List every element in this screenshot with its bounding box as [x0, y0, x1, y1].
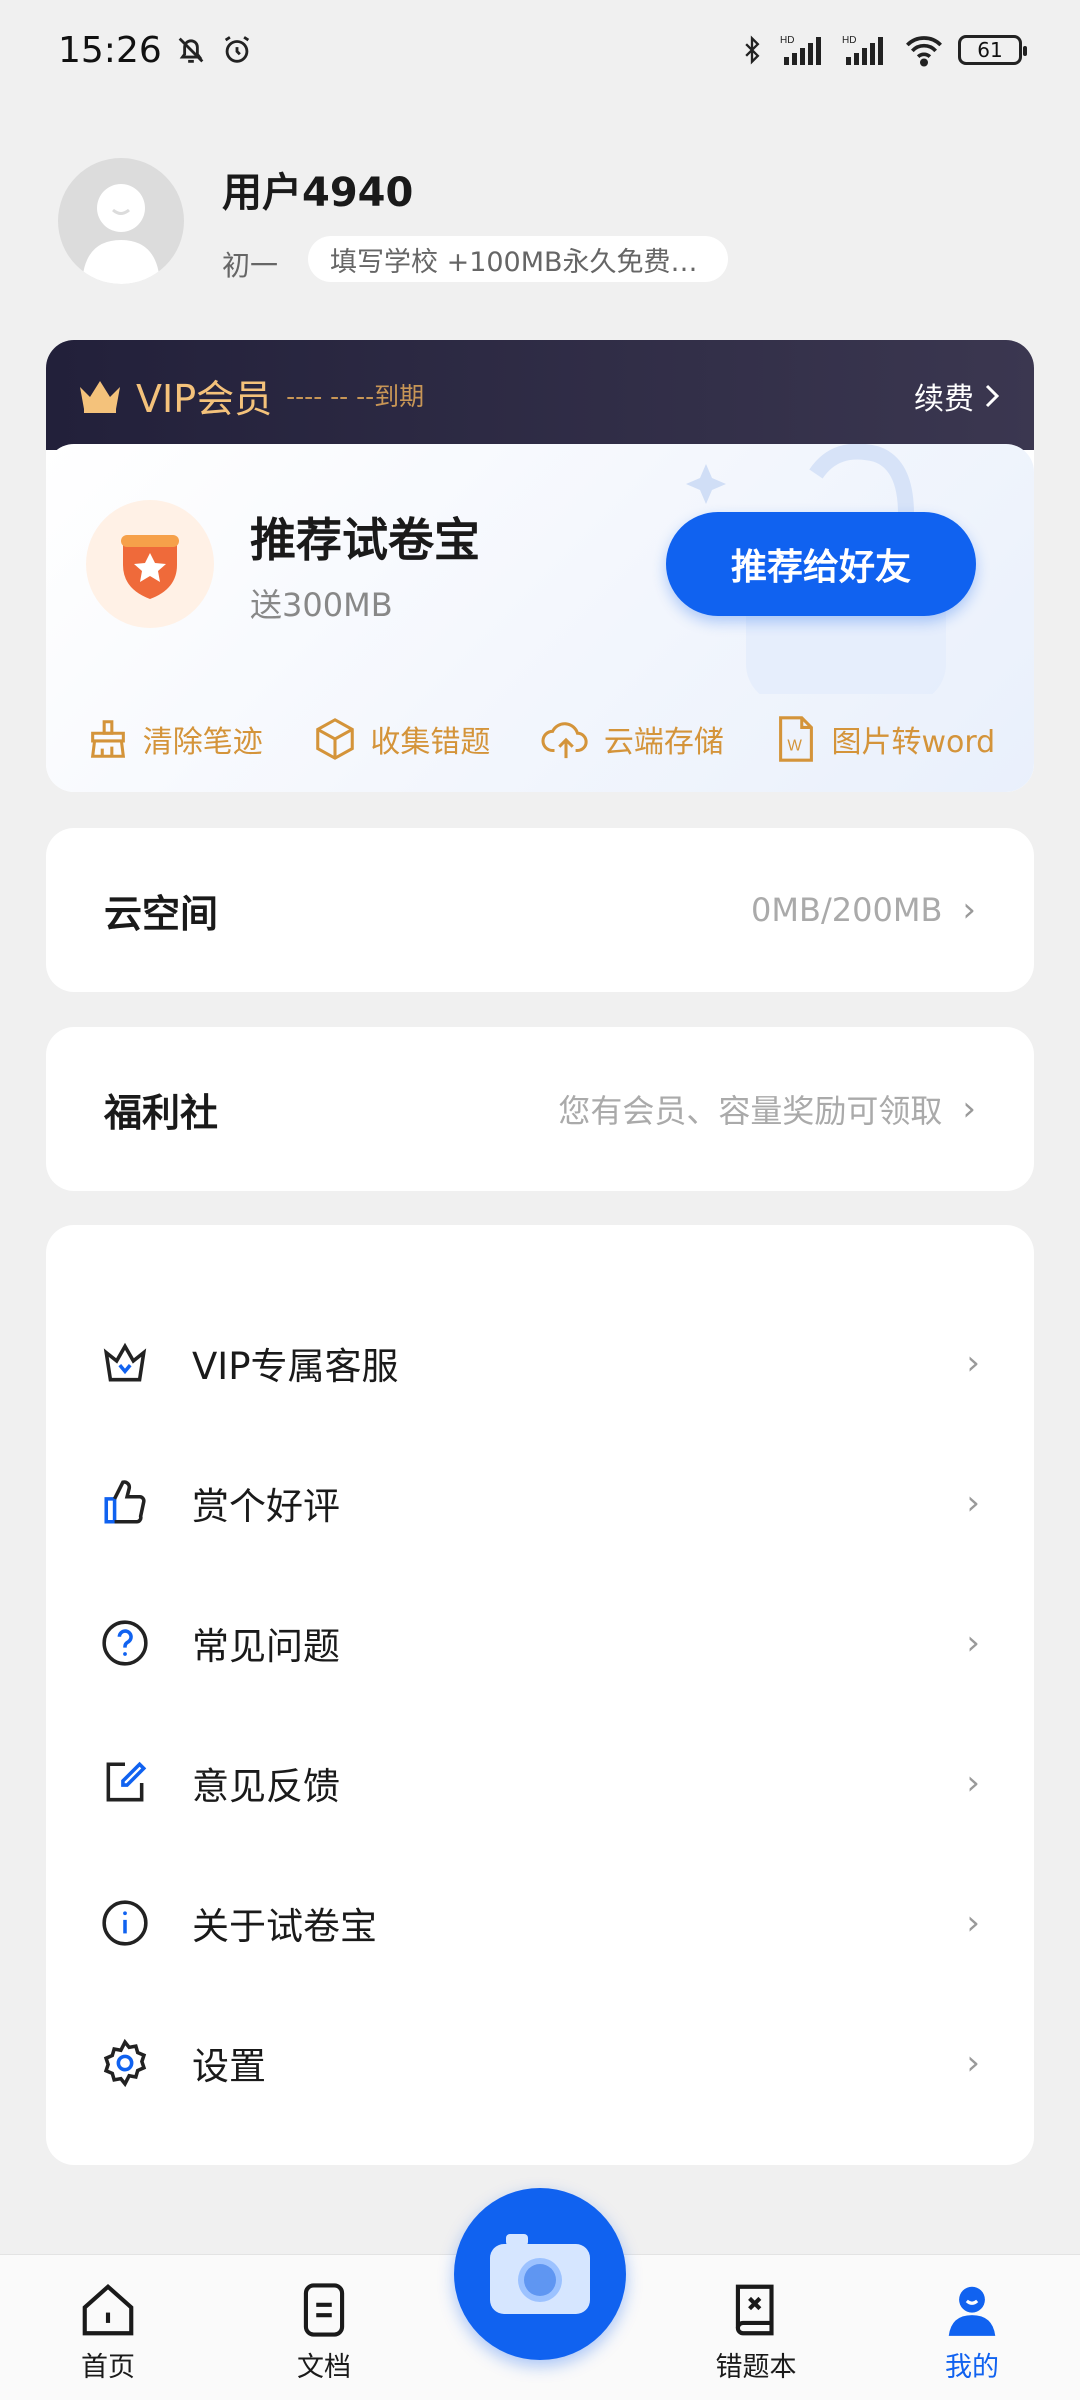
welfare-row[interactable]: 福利社 您有会员、容量奖励可领取 ›	[46, 1027, 1034, 1191]
feature-cloud-storage[interactable]: 云端存储	[540, 716, 724, 762]
menu-item-settings[interactable]: 设置 ›	[46, 1998, 1034, 2128]
feature-collect-mistakes[interactable]: 收集错题	[312, 716, 490, 762]
alarm-icon	[224, 36, 249, 63]
wifi-icon	[906, 36, 942, 67]
recommend-subtitle: 送300MB	[250, 586, 393, 624]
svg-text:W: W	[788, 738, 803, 755]
nav-documents[interactable]: 文档	[254, 2279, 394, 2384]
recommend-title: 推荐试卷宝	[250, 513, 480, 567]
info-icon	[102, 1900, 148, 1946]
renew-label: 续费	[914, 382, 974, 417]
nav-label: 我的	[945, 2352, 999, 2383]
feature-label: 云端存储	[603, 725, 724, 760]
document-icon	[303, 2283, 345, 2337]
menu-list: VIP专属客服 › 赏个好评 › 常见问题 › 意见反馈 › 关于试卷宝 › 设…	[46, 1225, 1034, 2165]
nav-home[interactable]: 首页	[38, 2279, 178, 2384]
chevron-right-icon: ›	[966, 1623, 980, 1663]
grade-label[interactable]: 初一	[222, 244, 278, 284]
welfare-hint: 您有会员、容量奖励可领取	[558, 1092, 943, 1130]
menu-label: 常见问题	[192, 1625, 340, 1668]
svg-text:HD: HD	[780, 35, 794, 46]
battery-icon: 61	[958, 35, 1027, 65]
status-bar: 15:26 HD HD 61	[0, 0, 1080, 100]
thumbs-up-icon	[104, 1480, 146, 1524]
feature-label: 图片转word	[831, 725, 996, 760]
menu-label: 意见反馈	[192, 1765, 340, 1808]
menu-item-vip-service[interactable]: VIP专属客服 ›	[46, 1298, 1034, 1428]
menu-label: 关于试卷宝	[192, 1905, 377, 1948]
chevron-right-icon: ›	[962, 1089, 976, 1129]
bell-off-icon	[178, 37, 204, 63]
vip-crown-icon	[103, 1342, 147, 1382]
word-file-icon: W	[779, 716, 814, 762]
chevron-right-icon: ›	[966, 1763, 980, 1803]
cloud-space-title: 云空间	[104, 891, 219, 936]
profile-section[interactable]: 用户4940 初一 填写学校 +100MB永久免费…	[58, 158, 1018, 288]
feature-clear-handwriting[interactable]: 清除笔迹	[85, 716, 263, 762]
avatar[interactable]	[58, 158, 184, 284]
chevron-right-icon: ›	[966, 2043, 980, 2083]
menu-label: 赏个好评	[192, 1485, 340, 1528]
menu-item-about[interactable]: 关于试卷宝 ›	[46, 1858, 1034, 1988]
vip-title: VIP会员	[136, 376, 273, 421]
menu-item-faq[interactable]: 常见问题 ›	[46, 1578, 1034, 1708]
shield-star-icon	[121, 535, 179, 599]
chevron-right-icon: ›	[966, 1343, 980, 1383]
home-icon	[82, 2283, 134, 2336]
cloud-upload-icon	[541, 722, 588, 759]
cloud-space-row[interactable]: 云空间 0MB/200MB ›	[46, 828, 1034, 992]
vip-header[interactable]: VIP会员 ---- -- --到期 续费	[46, 340, 1034, 450]
nav-profile[interactable]: 我的	[902, 2279, 1042, 2384]
nav-error-book[interactable]: 错题本	[686, 2279, 826, 2384]
box-icon	[316, 718, 355, 760]
chevron-right-icon: ›	[966, 1483, 980, 1523]
recommend-badge	[86, 500, 214, 628]
error-book-icon	[735, 2284, 774, 2336]
chevron-right-icon	[985, 384, 1000, 408]
username: 用户4940	[222, 170, 414, 216]
renew-button[interactable]: 续费	[914, 374, 1000, 418]
eraser-icon	[90, 720, 125, 758]
camera-button[interactable]	[454, 2188, 626, 2360]
menu-label: VIP专属客服	[192, 1345, 399, 1388]
recommend-to-friend-button[interactable]: 推荐给好友	[666, 512, 976, 616]
user-avatar-icon	[82, 184, 160, 284]
menu-label: 设置	[192, 2045, 266, 2088]
recommend-panel: 推荐试卷宝 送300MB 推荐给好友 清除笔迹 收集错题 云端存储 W 图片转w…	[46, 444, 1034, 792]
signal-hd-icon: HD	[842, 35, 883, 65]
menu-item-feedback[interactable]: 意见反馈 ›	[46, 1718, 1034, 1848]
signal-hd-icon: HD	[780, 35, 821, 65]
feature-label: 清除笔迹	[142, 725, 263, 760]
question-icon	[102, 1620, 148, 1666]
vip-card: VIP会员 ---- -- --到期 续费 推荐试卷宝 送300MB 推荐给好友…	[46, 340, 1034, 792]
school-prompt-pill[interactable]: 填写学校 +100MB永久免费…	[308, 236, 728, 282]
gear-icon	[103, 2038, 147, 2088]
feature-image-to-word[interactable]: W 图片转word	[773, 714, 995, 764]
crown-icon	[80, 381, 120, 413]
welfare-title: 福利社	[104, 1090, 219, 1135]
nav-label: 错题本	[715, 2352, 797, 2383]
chevron-right-icon: ›	[966, 1903, 980, 1943]
chevron-right-icon: ›	[962, 890, 976, 930]
nav-label: 首页	[81, 2352, 135, 2383]
profile-icon	[948, 2286, 996, 2336]
nav-label: 文档	[297, 2352, 351, 2383]
cloud-space-usage: 0MB/200MB	[751, 891, 943, 929]
battery-level: 61	[977, 38, 1003, 62]
vip-expire: ---- -- --到期	[286, 382, 425, 411]
feature-label: 收集错题	[370, 725, 491, 760]
bluetooth-icon	[745, 35, 760, 65]
status-time: 15:26	[58, 29, 162, 71]
vip-features: 清除笔迹 收集错题 云端存储 W 图片转word	[46, 684, 1034, 792]
camera-icon	[490, 2234, 590, 2314]
menu-item-rate[interactable]: 赏个好评 ›	[46, 1438, 1034, 1568]
svg-text:HD: HD	[842, 35, 856, 46]
edit-icon	[106, 1761, 147, 1802]
